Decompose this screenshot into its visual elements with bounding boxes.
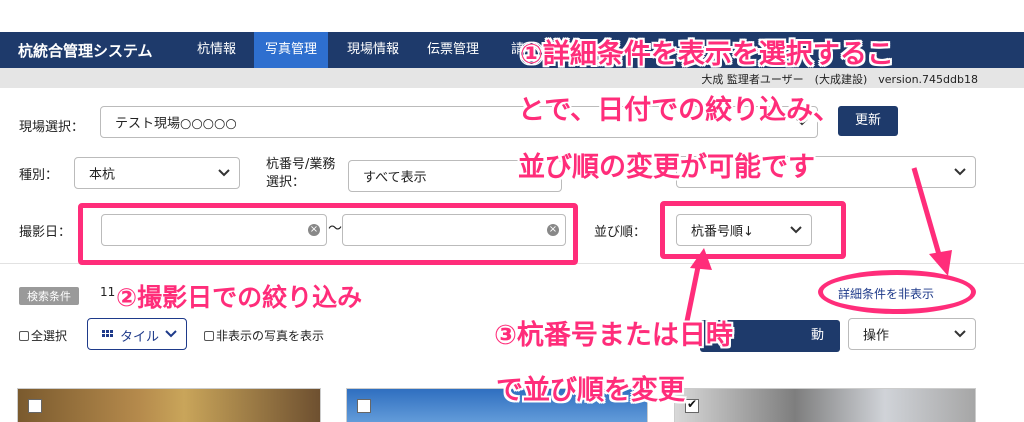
photo-tile[interactable] <box>674 388 976 422</box>
annotation-1-line-2: とで、日付での絞り込み、 <box>518 95 841 126</box>
annotation-oval-toggle <box>818 270 976 314</box>
photo-tile[interactable] <box>17 388 321 422</box>
type-select-value: 本杭 <box>89 167 116 183</box>
app-title[interactable]: 杭統合管理システム <box>18 40 153 61</box>
user-info: 大成 監理者ユーザー (大成建設) version.745ddb18 <box>701 73 978 86</box>
grid-icon <box>102 330 114 340</box>
operation-select[interactable]: 操作 <box>848 318 976 350</box>
pile-label-line-1: 杭番号/業務 <box>266 157 336 172</box>
select-all-checkbox[interactable]: 全選択 <box>19 327 67 344</box>
annotation-1-line-1: ①詳細条件を表示を選択するこ <box>520 39 894 70</box>
photo-checkbox[interactable] <box>357 399 371 413</box>
move-button-label: 動 <box>810 328 824 343</box>
chevron-down-icon <box>954 168 966 176</box>
pile-label-line-2: 選択： <box>266 175 306 190</box>
nav-item-site-info[interactable]: 現場情報 <box>336 32 410 68</box>
annotation-3-line-2: で並び順を変更 <box>496 375 685 406</box>
view-mode-select[interactable]: タイル <box>87 318 187 350</box>
result-count: 11 <box>100 285 116 299</box>
annotation-box-date <box>78 203 578 265</box>
photo-checkbox[interactable] <box>685 397 699 413</box>
chevron-down-icon <box>218 169 230 177</box>
search-conditions-badge: 検索条件 <box>19 287 79 305</box>
checkbox-icon <box>19 330 29 341</box>
annotation-2: ②撮影日での絞り込み <box>116 283 363 312</box>
page: 杭統合管理システム 杭情報 写真管理 現場情報 伝票管理 請 大成 監理者ユーザ… <box>0 0 1024 422</box>
show-hidden-checkbox[interactable]: 非表示の写真を表示 <box>204 327 324 344</box>
pile-label: 杭番号/業務 選択： <box>266 156 335 192</box>
update-button[interactable]: 更新 <box>838 106 898 136</box>
annotation-3-line-1: ③杭番号または日時 <box>494 320 733 351</box>
nav-item-photo-management[interactable]: 写真管理 <box>254 32 329 68</box>
sort-label: 並び順： <box>594 225 647 240</box>
site-label: 現場選択： <box>19 120 85 135</box>
site-select-value: テスト現場○○○○○ <box>115 116 237 132</box>
chevron-down-icon <box>165 330 177 338</box>
type-select[interactable]: 本杭 <box>74 157 240 189</box>
photo-checkbox[interactable] <box>28 399 42 413</box>
chevron-down-icon <box>954 330 966 338</box>
checkbox-icon <box>204 330 214 341</box>
pile-select-value: すべて表示 <box>363 170 427 186</box>
annotation-box-sort <box>660 201 846 259</box>
user-info-bar: 大成 監理者ユーザー (大成建設) version.745ddb18 <box>0 68 1024 88</box>
show-hidden-label: 非表示の写真を表示 <box>216 329 325 343</box>
type-label: 種別： <box>19 168 59 183</box>
nav-item-pile-info[interactable]: 杭情報 <box>186 32 247 68</box>
select-all-label: 全選択 <box>31 329 68 343</box>
annotation-1-line-3: 並び順の変更が可能です <box>518 152 815 183</box>
nav-item-slip-management[interactable]: 伝票管理 <box>416 32 490 68</box>
operation-select-value: 操作 <box>863 328 890 344</box>
view-mode-value: タイル <box>120 330 160 345</box>
date-label: 撮影日： <box>19 225 72 240</box>
